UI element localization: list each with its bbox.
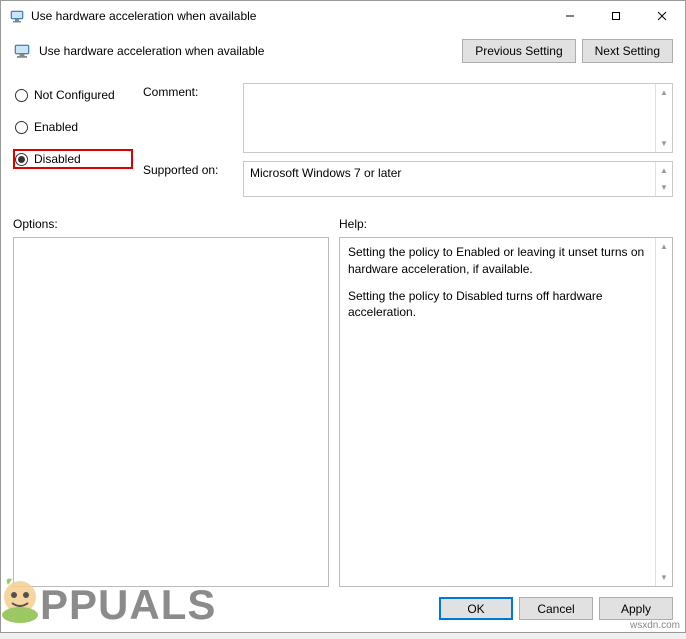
footer-buttons: OK Cancel Apply [1,587,685,632]
radio-icon [15,153,28,166]
help-scrollbar[interactable]: ▲ ▼ [655,238,672,586]
help-label: Help: [339,217,673,231]
policy-title: Use hardware acceleration when available [39,44,456,58]
scroll-down-icon[interactable]: ▼ [656,135,672,152]
help-panel: Help: Setting the policy to Enabled or l… [339,217,673,587]
next-setting-button[interactable]: Next Setting [582,39,673,63]
minimize-button[interactable] [547,1,593,31]
comment-label: Comment: [143,83,235,153]
help-text: Setting the policy to Enabled or leaving… [340,238,655,586]
settings-row: Not Configured Enabled Disabled Comment:… [1,77,685,205]
policy-icon [9,8,25,24]
radio-label: Enabled [34,120,78,134]
window-title: Use hardware acceleration when available [31,9,547,23]
comment-textarea-wrap: ▲ ▼ [243,83,673,153]
options-panel: Options: [13,217,329,587]
maximize-button[interactable] [593,1,639,31]
cancel-button[interactable]: Cancel [519,597,593,620]
close-button[interactable] [639,1,685,31]
titlebar: Use hardware acceleration when available [1,1,685,31]
help-paragraph: Setting the policy to Enabled or leaving… [348,244,647,278]
header-row: Use hardware acceleration when available… [1,31,685,77]
window-controls [547,1,685,31]
scroll-down-icon[interactable]: ▼ [656,569,672,586]
radio-label: Not Configured [34,88,115,102]
radio-disabled[interactable]: Disabled [13,149,133,169]
previous-setting-button[interactable]: Previous Setting [462,39,575,63]
scroll-up-icon[interactable]: ▲ [656,162,672,179]
supported-value: Microsoft Windows 7 or later [244,162,655,196]
options-box [13,237,329,587]
scroll-up-icon[interactable]: ▲ [656,238,672,255]
options-label: Options: [13,217,329,231]
help-paragraph: Setting the policy to Disabled turns off… [348,288,647,322]
radio-label: Disabled [34,152,81,166]
lower-panels: Options: Help: Setting the policy to Ena… [1,205,685,587]
scroll-down-icon[interactable]: ▼ [656,179,672,196]
radio-not-configured[interactable]: Not Configured [13,85,133,105]
radio-icon [15,121,28,134]
radio-icon [15,89,28,102]
comment-scrollbar[interactable]: ▲ ▼ [655,84,672,152]
apply-button[interactable]: Apply [599,597,673,620]
policy-header-icon [13,42,31,60]
scroll-up-icon[interactable]: ▲ [656,84,672,101]
comment-textarea[interactable] [244,84,655,152]
supported-box: Microsoft Windows 7 or later ▲ ▼ [243,161,673,197]
ok-button[interactable]: OK [439,597,513,620]
fields-column: Comment: ▲ ▼ Supported on: Microsoft Win… [143,83,673,205]
supported-label: Supported on: [143,161,235,197]
radio-enabled[interactable]: Enabled [13,117,133,137]
supported-row: Supported on: Microsoft Windows 7 or lat… [143,161,673,197]
comment-row: Comment: ▲ ▼ [143,83,673,153]
policy-editor-window: Use hardware acceleration when available… [0,0,686,633]
help-box: Setting the policy to Enabled or leaving… [339,237,673,587]
state-radio-group: Not Configured Enabled Disabled [13,83,133,205]
supported-scrollbar[interactable]: ▲ ▼ [655,162,672,196]
